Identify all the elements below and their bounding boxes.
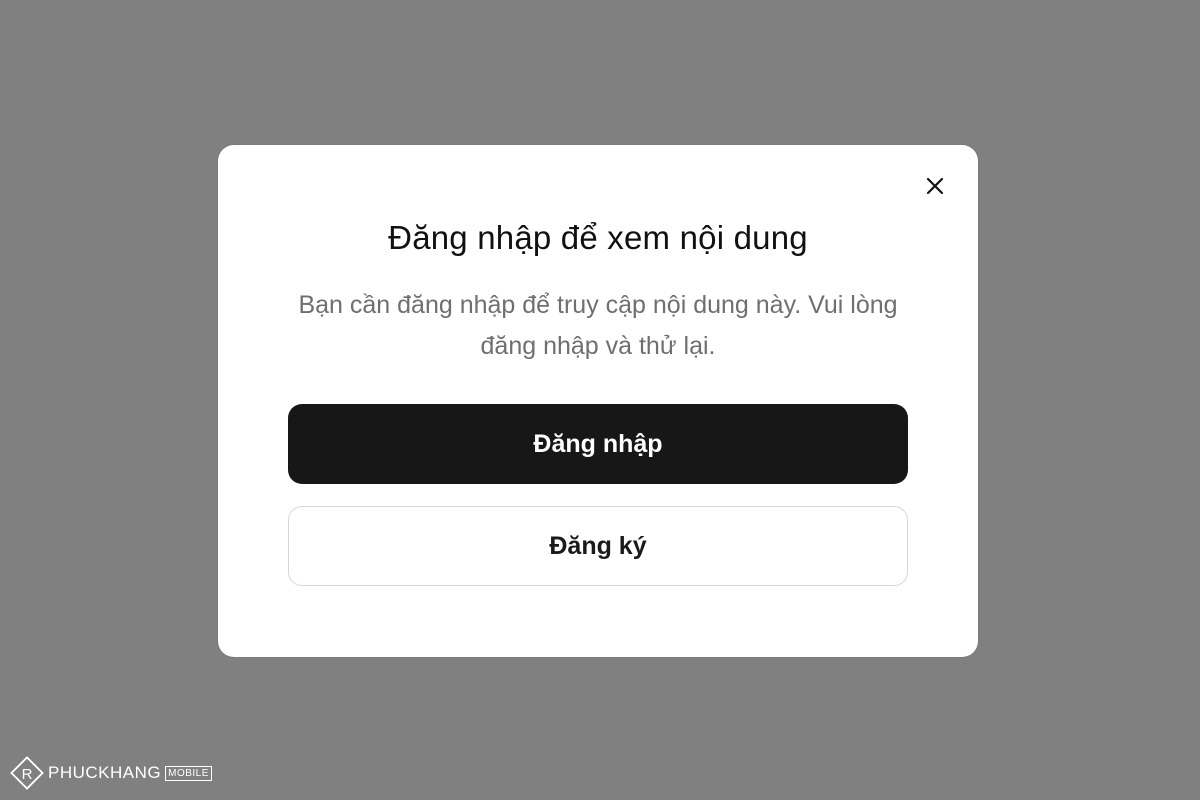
login-required-modal: Đăng nhập để xem nội dung Bạn cần đăng n…	[218, 145, 978, 657]
register-button[interactable]: Đăng ký	[288, 506, 908, 586]
close-icon[interactable]	[926, 177, 944, 195]
login-button[interactable]: Đăng nhập	[288, 404, 908, 484]
close-button[interactable]	[920, 171, 950, 201]
logo-icon: R	[10, 756, 44, 790]
watermark-logo: R PHUCKHANG MOBILE	[10, 756, 212, 790]
modal-title: Đăng nhập để xem nội dung	[388, 219, 808, 256]
watermark-brand: PHUCKHANG	[48, 763, 162, 782]
watermark-badge: MOBILE	[165, 765, 212, 781]
modal-description: Bạn cần đăng nhập để truy cập nội dung n…	[298, 291, 898, 360]
svg-text:R: R	[22, 766, 33, 783]
